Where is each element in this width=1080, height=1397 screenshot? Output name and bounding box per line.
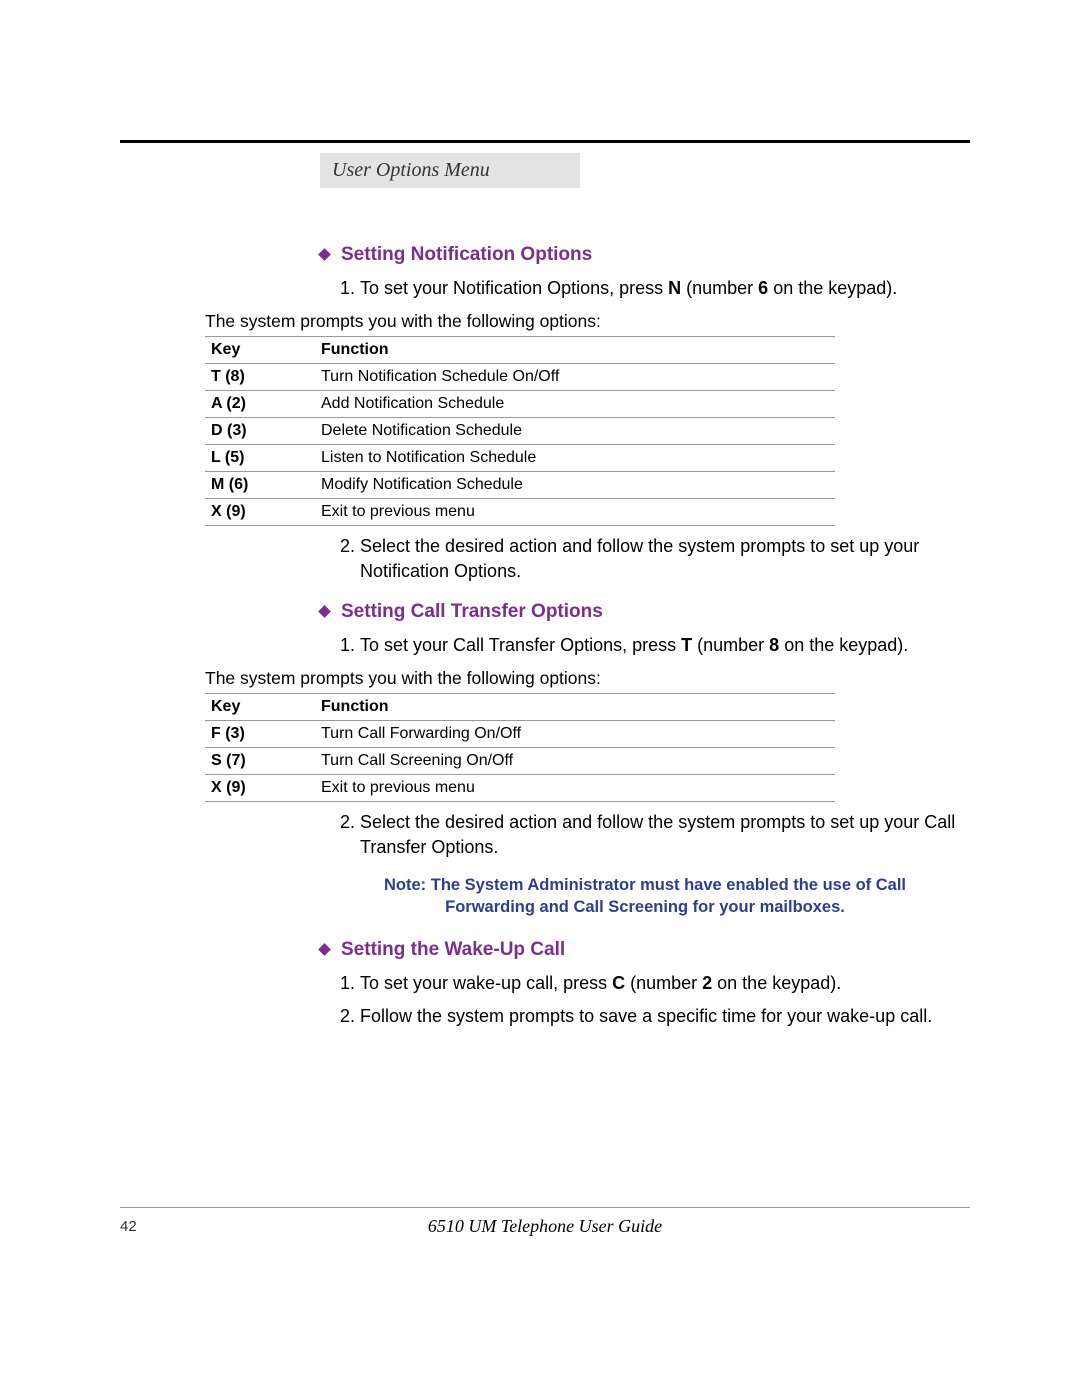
step-item: To set your wake-up call, press C (numbe… (360, 971, 970, 996)
cell-key: M (6) (205, 472, 315, 499)
table-row: D (3)Delete Notification Schedule (205, 418, 835, 445)
diamond-icon (318, 248, 331, 261)
step-pre: To set your Notification Options, press (360, 278, 668, 298)
footer: 42 6510 UM Telephone User Guide (120, 1207, 970, 1237)
cell-key: F (3) (205, 720, 315, 747)
cell-key: D (3) (205, 418, 315, 445)
cell-func: Turn Call Screening On/Off (315, 747, 835, 774)
steps-transfer: To set your Call Transfer Options, press… (360, 633, 970, 658)
th-func: Function (315, 693, 835, 720)
prompt-text: The system prompts you with the followin… (205, 668, 970, 689)
table-head-row: Key Function (205, 337, 835, 364)
step-post: on the keypad). (712, 973, 841, 993)
step-item: To set your Call Transfer Options, press… (360, 633, 970, 658)
step-mid: (number (692, 635, 769, 655)
prompt-text: The system prompts you with the followin… (205, 311, 970, 332)
cell-func: Exit to previous menu (315, 774, 835, 801)
step-num: 8 (769, 635, 779, 655)
step-post: on the keypad). (768, 278, 897, 298)
step-key: C (612, 973, 625, 993)
steps-notification: To set your Notification Options, press … (360, 276, 970, 301)
step-post: on the keypad). (779, 635, 908, 655)
th-key: Key (205, 693, 315, 720)
cell-func: Listen to Notification Schedule (315, 445, 835, 472)
step-item: Select the desired action and follow the… (360, 534, 970, 584)
table-row: S (7)Turn Call Screening On/Off (205, 747, 835, 774)
section-title-text: Setting the Wake-Up Call (341, 939, 565, 960)
cell-key: T (8) (205, 364, 315, 391)
page: User Options Menu Setting Notification O… (0, 0, 1080, 1397)
cell-func: Turn Notification Schedule On/Off (315, 364, 835, 391)
cell-func: Delete Notification Schedule (315, 418, 835, 445)
footer-title: 6510 UM Telephone User Guide (320, 1216, 970, 1237)
page-number: 42 (120, 1218, 320, 1235)
diamond-icon (318, 943, 331, 956)
table-notification: Key Function T (8)Turn Notification Sche… (205, 336, 835, 526)
admin-note: Note: The System Administrator must have… (350, 874, 940, 919)
step-key: T (681, 635, 692, 655)
cell-key: X (9) (205, 499, 315, 526)
table-row: A (2)Add Notification Schedule (205, 391, 835, 418)
step-pre: To set your wake-up call, press (360, 973, 612, 993)
cell-func: Exit to previous menu (315, 499, 835, 526)
table-row: X (9)Exit to previous menu (205, 499, 835, 526)
step-num: 2 (702, 973, 712, 993)
th-func: Function (315, 337, 835, 364)
step-num: 6 (758, 278, 768, 298)
section-title-transfer: Setting Call Transfer Options (320, 601, 970, 623)
table-row: T (8)Turn Notification Schedule On/Off (205, 364, 835, 391)
section-title-notification: Setting Notification Options (320, 244, 970, 266)
step-item: Follow the system prompts to save a spec… (360, 1004, 970, 1029)
step-item: To set your Notification Options, press … (360, 276, 970, 301)
table-row: M (6)Modify Notification Schedule (205, 472, 835, 499)
step-key: N (668, 278, 681, 298)
section-title-text: Setting Notification Options (341, 244, 592, 265)
top-rule (120, 140, 970, 143)
cell-key: A (2) (205, 391, 315, 418)
header-tag: User Options Menu (320, 153, 580, 188)
steps-transfer-2: Select the desired action and follow the… (360, 810, 970, 860)
table-row: L (5)Listen to Notification Schedule (205, 445, 835, 472)
step-mid: (number (681, 278, 758, 298)
table-head-row: Key Function (205, 693, 835, 720)
cell-key: L (5) (205, 445, 315, 472)
table-row: X (9)Exit to previous menu (205, 774, 835, 801)
cell-func: Add Notification Schedule (315, 391, 835, 418)
th-key: Key (205, 337, 315, 364)
section-title-text: Setting Call Transfer Options (341, 601, 603, 622)
cell-key: S (7) (205, 747, 315, 774)
step-item: Select the desired action and follow the… (360, 810, 970, 860)
step-pre: To set your Call Transfer Options, press (360, 635, 681, 655)
left-block-notification: The system prompts you with the followin… (205, 311, 970, 526)
diamond-icon (318, 605, 331, 618)
section-title-wakeup: Setting the Wake-Up Call (320, 939, 970, 961)
table-row: F (3)Turn Call Forwarding On/Off (205, 720, 835, 747)
left-block-transfer: The system prompts you with the followin… (205, 668, 970, 802)
cell-key: X (9) (205, 774, 315, 801)
cell-func: Turn Call Forwarding On/Off (315, 720, 835, 747)
content-area: Setting Notification Options To set your… (320, 244, 970, 1029)
table-transfer: Key Function F (3)Turn Call Forwarding O… (205, 693, 835, 802)
step-mid: (number (625, 973, 702, 993)
steps-notification-2: Select the desired action and follow the… (360, 534, 970, 584)
steps-wakeup: To set your wake-up call, press C (numbe… (360, 971, 970, 1029)
cell-func: Modify Notification Schedule (315, 472, 835, 499)
